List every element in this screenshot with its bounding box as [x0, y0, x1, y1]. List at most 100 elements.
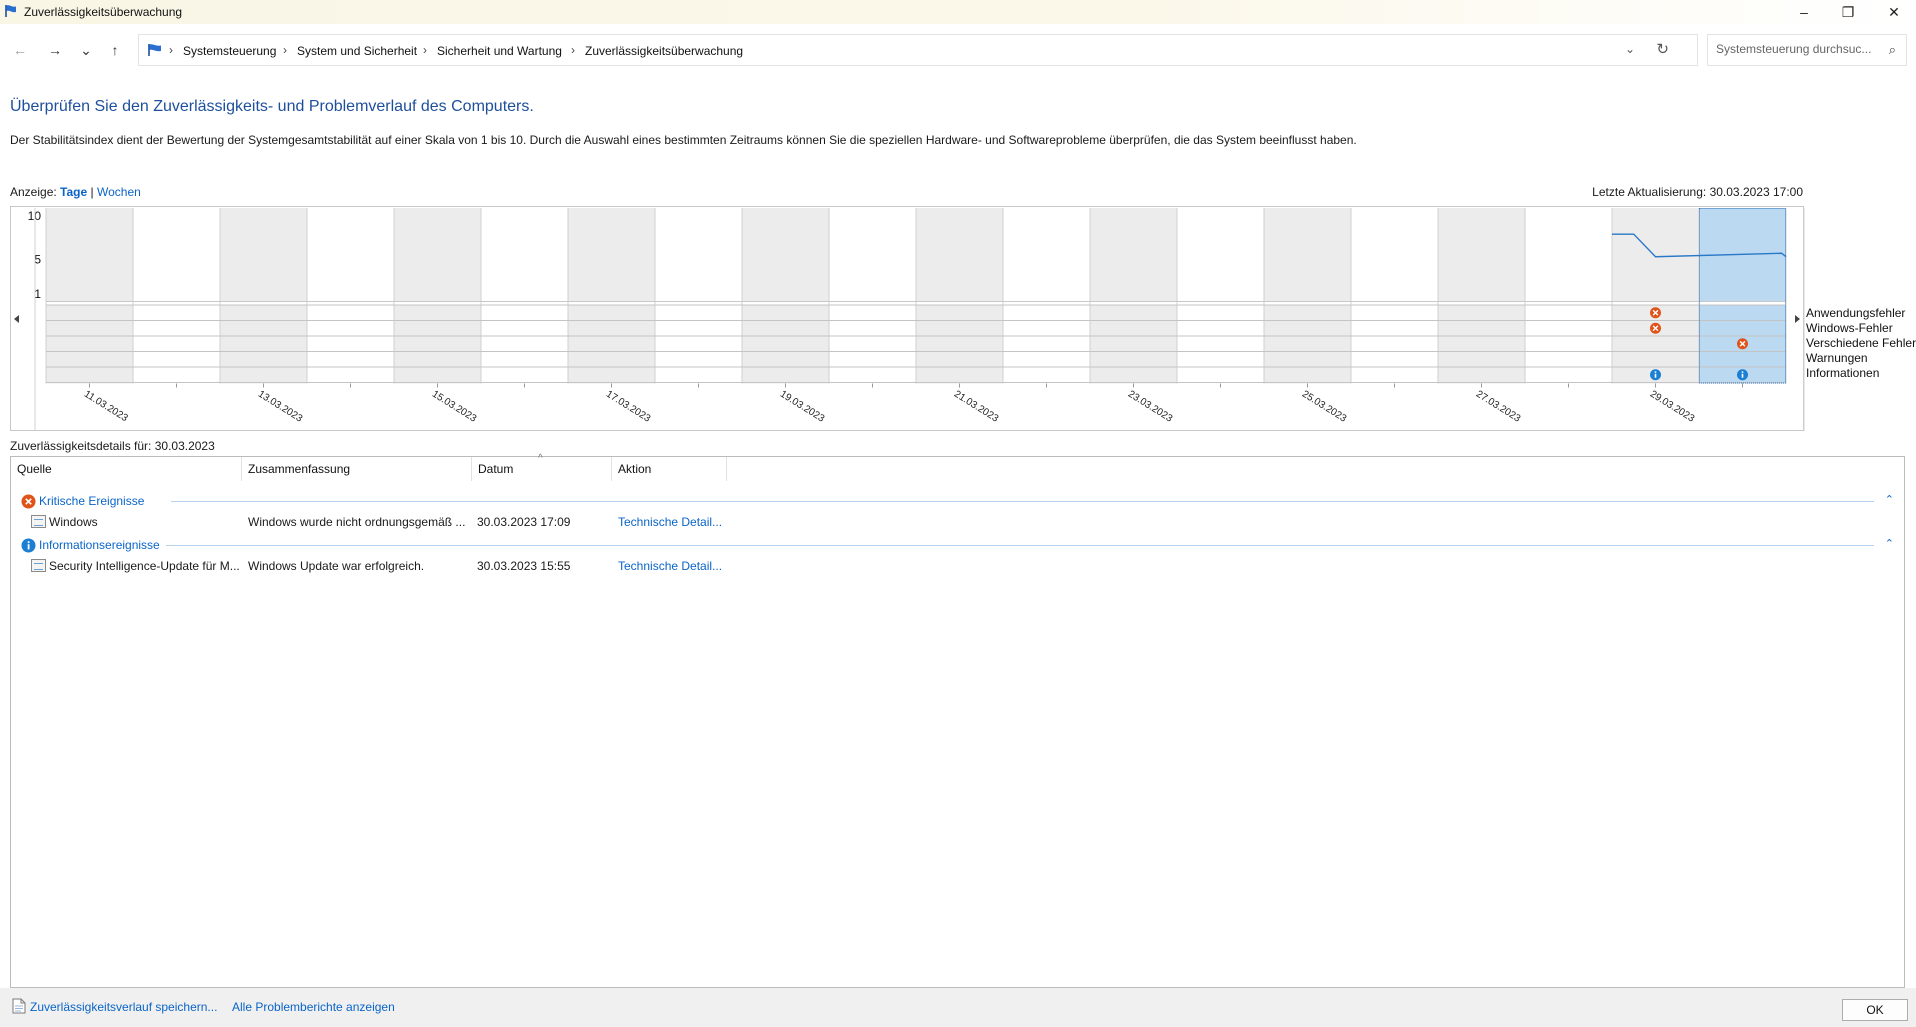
- cell-date: 30.03.2023 15:55: [477, 559, 571, 573]
- legend-informationen: Informationen: [1806, 366, 1880, 380]
- flag-icon: [148, 44, 161, 56]
- event-column: [655, 305, 742, 384]
- search-icon[interactable]: ⌕: [1889, 42, 1896, 58]
- view-divider: |: [90, 185, 94, 199]
- breadcrumb-sicherheit-und-wartung[interactable]: Sicherheit und Wartung: [437, 44, 562, 58]
- column-header-quelle[interactable]: Quelle: [11, 457, 242, 481]
- stability-column: [1612, 208, 1699, 301]
- table-row[interactable]: Windows Windows wurde nicht ordnungsgemä…: [11, 512, 1904, 532]
- search-input[interactable]: [1716, 42, 1876, 56]
- stability-chart-svg[interactable]: 105111.03.2023 13.03.2023 15.03.2023 17.03.…: [11, 207, 1805, 432]
- breadcrumb-systemsteuerung[interactable]: Systemsteuerung: [183, 44, 276, 58]
- stability-column: [568, 208, 655, 301]
- search-box: ⌕: [1707, 34, 1907, 66]
- view-days-link[interactable]: Tage: [60, 185, 87, 199]
- table-row[interactable]: Security Intelligence-Update für M... Wi…: [11, 556, 1904, 576]
- group-divider: [171, 501, 1874, 502]
- stability-column: [916, 208, 1003, 301]
- group-divider: [166, 545, 1874, 546]
- info-event-stem: [1741, 373, 1744, 378]
- stability-column: [1090, 208, 1177, 301]
- refresh-icon[interactable]: ↻: [1656, 40, 1669, 58]
- page-description: Der Stabilitätsindex dient der Bewertung…: [10, 133, 1357, 147]
- stability-column: [742, 208, 829, 301]
- event-column: [1264, 305, 1351, 384]
- column-header-aktion[interactable]: Aktion: [612, 457, 727, 481]
- event-column: [1177, 305, 1264, 384]
- stability-chart[interactable]: 10 5 1 11.03.2023 13.03.2023 15.03.2023 17.03.…: [10, 206, 1805, 432]
- view-weeks-link[interactable]: Wochen: [97, 185, 141, 199]
- legend-warnungen: Warnungen: [1806, 351, 1868, 365]
- error-icon: [21, 494, 36, 509]
- event-column: [307, 305, 394, 384]
- stability-column: [394, 208, 481, 301]
- x-date-label: 11.03.2023: [82, 389, 130, 425]
- cell-source: Security Intelligence-Update für M...: [49, 559, 239, 573]
- maximize-button[interactable]: ❐: [1826, 0, 1870, 24]
- minimize-button[interactable]: –: [1782, 0, 1826, 24]
- window-title: Zuverlässigkeitsüberwachung: [24, 5, 183, 19]
- stability-column: [1438, 208, 1525, 301]
- up-arrow-icon: ↑: [111, 42, 119, 58]
- forward-arrow-icon: →: [48, 42, 62, 58]
- technical-details-link[interactable]: Technische Detail...: [618, 515, 728, 529]
- event-column: [1090, 305, 1177, 384]
- stability-column: [655, 208, 742, 301]
- event-column: [829, 305, 916, 384]
- event-column: [568, 305, 655, 384]
- x-date-label: 19.03.2023: [778, 389, 827, 425]
- cell-summary: Windows Update war erfolgreich.: [248, 559, 425, 573]
- event-column: [916, 305, 1003, 384]
- breadcrumb-zuverlaessigkeitsueberwachung[interactable]: Zuverlässigkeitsüberwachung: [585, 44, 743, 58]
- footer-bar: Zuverlässigkeitsverlauf speichern... All…: [0, 988, 1916, 1027]
- event-column: [481, 305, 568, 384]
- view-switch: Anzeige: Tage | Wochen: [10, 185, 141, 199]
- all-reports-link[interactable]: Alle Problemberichte anzeigen: [232, 1000, 395, 1014]
- stability-column: [46, 208, 133, 301]
- title-bar: Zuverlässigkeitsüberwachung – ❐ ✕: [0, 0, 1916, 24]
- scroll-right-icon[interactable]: [1795, 315, 1800, 323]
- last-update-text: Letzte Aktualisierung: 30.03.2023 17:00: [1592, 185, 1803, 199]
- breadcrumb-separator[interactable]: ›: [283, 43, 287, 57]
- chevron-down-icon: ⌄: [80, 41, 92, 58]
- save-history-link[interactable]: Zuverlässigkeitsverlauf speichern...: [30, 1000, 217, 1014]
- info-icon: [21, 538, 36, 553]
- collapse-icon[interactable]: ⌃: [1885, 493, 1894, 506]
- event-column: [394, 305, 481, 384]
- y-tick-label: 10: [28, 209, 42, 223]
- up-button[interactable]: ↑: [103, 38, 127, 62]
- minimize-icon: –: [1800, 4, 1808, 20]
- technical-details-link[interactable]: Technische Detail...: [618, 559, 728, 573]
- breadcrumb-separator[interactable]: ›: [571, 43, 575, 57]
- info-event-dot: [1741, 371, 1744, 373]
- legend-windows-fehler: Windows-Fehler: [1806, 321, 1893, 335]
- event-column: [1438, 305, 1525, 384]
- address-bar[interactable]: › Systemsteuerung › System und Sicherhei…: [138, 34, 1698, 66]
- view-label: Anzeige:: [10, 185, 57, 199]
- x-date-label: 27.03.2023: [1474, 389, 1523, 425]
- breadcrumb-separator: ›: [169, 43, 173, 57]
- forward-button[interactable]: →: [43, 38, 67, 62]
- x-date-label: 23.03.2023: [1126, 389, 1175, 425]
- stability-column: [1525, 208, 1612, 301]
- column-header-zusammenfassung[interactable]: Zusammenfassung: [242, 457, 472, 481]
- close-button[interactable]: ✕: [1872, 0, 1916, 24]
- collapse-icon[interactable]: ⌃: [1885, 537, 1894, 550]
- back-button[interactable]: ←: [8, 38, 32, 62]
- breadcrumb-separator[interactable]: ›: [423, 43, 427, 57]
- group-kritische-ereignisse[interactable]: Kritische Ereignisse ⌃: [11, 491, 1904, 511]
- group-informationsereignisse[interactable]: Informationsereignisse ⌃: [11, 535, 1904, 555]
- breadcrumb-system-und-sicherheit[interactable]: System und Sicherheit: [297, 44, 417, 58]
- x-date-label: 13.03.2023: [256, 389, 305, 425]
- cell-date: 30.03.2023 17:09: [477, 515, 571, 529]
- address-dropdown-icon[interactable]: ⌄: [1625, 42, 1635, 56]
- ok-button[interactable]: OK: [1842, 999, 1908, 1021]
- stability-column: [220, 208, 307, 301]
- recent-locations-button[interactable]: ⌄: [74, 38, 98, 62]
- restore-icon: ❐: [1841, 3, 1855, 20]
- stability-column: [133, 208, 220, 301]
- x-date-label: 21.03.2023: [952, 389, 1001, 425]
- scroll-left-icon[interactable]: [14, 315, 19, 323]
- page-title: Überprüfen Sie den Zuverlässigkeits- und…: [10, 98, 534, 115]
- group-label: Informationsereignisse: [39, 538, 160, 552]
